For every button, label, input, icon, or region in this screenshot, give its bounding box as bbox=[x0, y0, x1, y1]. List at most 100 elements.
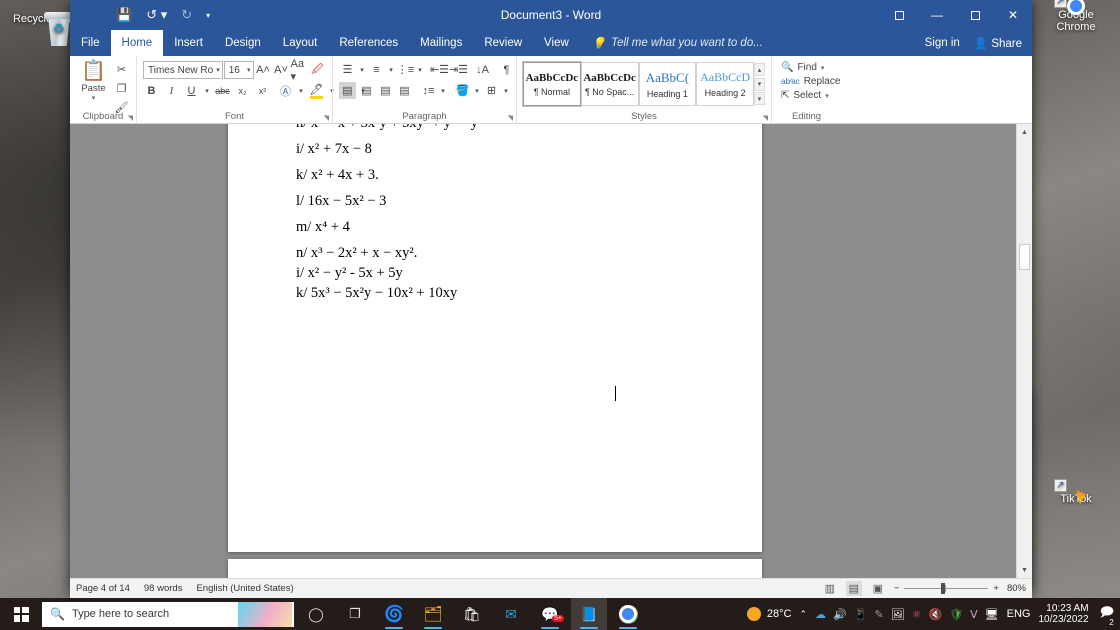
chevron-down-icon[interactable]: ▾ bbox=[821, 64, 825, 72]
bold-button[interactable]: B bbox=[143, 82, 160, 99]
find-button[interactable]: 🔍 Find ▾ bbox=[778, 61, 835, 74]
styles-more-icon[interactable]: ▾ bbox=[754, 92, 765, 105]
clock[interactable]: 10:23 AM 10/23/2022 bbox=[1039, 603, 1089, 625]
share-button[interactable]: 👤 Share bbox=[974, 36, 1022, 50]
superscript-button[interactable]: x² bbox=[254, 82, 271, 99]
styles-scroll-up-icon[interactable]: ▴ bbox=[754, 63, 765, 76]
paragraph-dialog-launcher[interactable]: ◥ bbox=[508, 114, 513, 122]
save-icon[interactable]: 💾 bbox=[116, 7, 132, 23]
change-case-button[interactable]: Aa ▾ bbox=[291, 58, 308, 83]
picture-icon[interactable]: 🖼 bbox=[891, 608, 905, 621]
system-tray[interactable]: 28°C ⌃ ☁ 🔊 📱 ✎ 🖼 ⚛ 🔇 🛡 Ⅴ 🖥 ENG 10:23 AM … bbox=[746, 603, 1120, 628]
maximize-icon[interactable] bbox=[956, 0, 994, 30]
redo-icon[interactable]: ↻ bbox=[181, 7, 192, 23]
grow-font-button[interactable]: A˄ bbox=[255, 62, 272, 79]
start-button[interactable] bbox=[0, 598, 42, 630]
zoom-knob[interactable] bbox=[941, 583, 946, 594]
copy-button[interactable]: ❐ bbox=[113, 80, 130, 97]
language-indicator[interactable]: English (United States) bbox=[196, 583, 293, 594]
chevron-down-icon[interactable]: ▾ bbox=[206, 11, 210, 20]
document-scroll-area[interactable]: = 5(x-y) h/ x³ − x + 3x²y + 3xy² + y³ − … bbox=[70, 124, 1032, 578]
zoom-in-button[interactable]: + bbox=[993, 583, 999, 594]
tab-references[interactable]: References bbox=[328, 30, 409, 56]
borders-button[interactable]: ⊞ bbox=[483, 82, 500, 99]
align-right-button[interactable]: ▤ bbox=[377, 82, 394, 99]
style-normal[interactable]: AaBbCcDc ¶ Normal bbox=[523, 62, 581, 106]
tab-insert[interactable]: Insert bbox=[163, 30, 214, 56]
sign-in-button[interactable]: Sign in bbox=[925, 37, 960, 49]
taskbar-items[interactable]: ◯ ❐ 🌀 🗂 🛍 ✉ 💬 5+ 📘 bbox=[298, 598, 646, 630]
zoom-track[interactable] bbox=[904, 583, 989, 594]
ribbon[interactable]: 📋 Paste ▾ ✂ ❐ 🖌 Clipboard ◥ Times New Ro bbox=[70, 56, 1032, 124]
align-left-button[interactable]: ▤ bbox=[339, 82, 356, 99]
quick-access-toolbar[interactable]: 💾 ↺ ▾ ↻ ▾ bbox=[116, 7, 210, 23]
mute-icon[interactable]: 🔇 bbox=[928, 608, 942, 621]
word-window[interactable]: 💾 ↺ ▾ ↻ ▾ Document3 - Word — ✕ File Home… bbox=[70, 0, 1032, 598]
security-icon[interactable]: ⚛ bbox=[912, 608, 922, 621]
tab-mailings[interactable]: Mailings bbox=[409, 30, 473, 56]
increase-indent-button[interactable]: ⇥☰ bbox=[449, 61, 468, 78]
shading-dropdown[interactable]: ▾ bbox=[473, 82, 481, 99]
search-input[interactable]: 🔍 Type here to search bbox=[42, 601, 294, 627]
tab-design[interactable]: Design bbox=[214, 30, 272, 56]
v-icon[interactable]: Ⅴ bbox=[970, 608, 978, 621]
weather-widget[interactable]: 28°C bbox=[746, 607, 791, 621]
justify-button[interactable]: ▤ bbox=[396, 82, 413, 99]
cut-button[interactable]: ✂ bbox=[113, 61, 130, 78]
word-status-bar[interactable]: Page 4 of 14 98 words English (United St… bbox=[70, 578, 1032, 598]
zoom-level[interactable]: 80% bbox=[1007, 583, 1026, 594]
notification-center-button[interactable]: 🗩 2 bbox=[1097, 603, 1117, 628]
taskbar-item-google-chrome[interactable] bbox=[610, 598, 646, 630]
multilevel-list-button[interactable]: ⋮≡ bbox=[397, 61, 414, 78]
styles-scroll-down-icon[interactable]: ▾ bbox=[754, 77, 765, 91]
taskbar-item-microsoft-word[interactable]: 📘 bbox=[571, 598, 607, 630]
styles-dialog-launcher[interactable]: ◥ bbox=[763, 114, 768, 122]
replace-button[interactable]: ab⁄ac Replace bbox=[778, 75, 840, 88]
tray-icons[interactable]: ☁ 🔊 📱 ✎ 🖼 ⚛ 🔇 🛡 Ⅴ 🖥 bbox=[815, 608, 999, 621]
underline-dropdown[interactable]: ▾ bbox=[203, 82, 211, 99]
strikethrough-button[interactable]: abc bbox=[214, 82, 231, 99]
taskbar-item-zalo[interactable]: 💬 5+ bbox=[532, 598, 568, 630]
align-center-button[interactable]: ▤ bbox=[358, 82, 375, 99]
page-indicator[interactable]: Page 4 of 14 bbox=[76, 583, 130, 594]
zoom-slider[interactable]: − + bbox=[894, 583, 999, 594]
ribbon-display-options-icon[interactable] bbox=[880, 0, 918, 30]
tab-view[interactable]: View bbox=[533, 30, 580, 56]
vertical-scrollbar[interactable]: ▲ ▼ bbox=[1016, 124, 1032, 578]
document-body[interactable]: = 5(x-y) h/ x³ − x + 3x²y + 3xy² + y³ − … bbox=[228, 124, 762, 302]
document-page-1[interactable]: = 5(x-y) h/ x³ − x + 3x²y + 3xy² + y³ − … bbox=[228, 124, 762, 552]
styles-gallery-scroll[interactable]: ▴ ▾ ▾ bbox=[754, 62, 765, 106]
monitor-icon[interactable]: 🖥 bbox=[985, 608, 999, 621]
paste-button[interactable]: 📋 Paste ▾ bbox=[76, 59, 111, 116]
onedrive-icon[interactable]: ☁ bbox=[815, 608, 826, 621]
text-effects-dropdown[interactable]: ▾ bbox=[297, 82, 305, 99]
speaker-icon[interactable]: 🔊 bbox=[833, 608, 847, 621]
multilevel-dropdown[interactable]: ▾ bbox=[416, 61, 424, 78]
underline-button[interactable]: U bbox=[183, 82, 200, 99]
tell-me-search[interactable]: 💡 Tell me what you want to do... bbox=[592, 30, 763, 56]
taskbar-item-cortana[interactable]: ◯ bbox=[298, 598, 334, 630]
text-highlight-button[interactable]: 🖊 bbox=[308, 82, 325, 99]
font-family-selector[interactable]: Times New Ro ▾ bbox=[143, 61, 223, 79]
scrollbar-thumb[interactable] bbox=[1019, 244, 1030, 270]
word-title-bar[interactable]: 💾 ↺ ▾ ↻ ▾ Document3 - Word — ✕ bbox=[70, 0, 1032, 30]
font-dialog-launcher[interactable]: ◥ bbox=[324, 114, 329, 122]
tab-file[interactable]: File bbox=[70, 30, 111, 56]
web-layout-button[interactable]: ▣ bbox=[870, 581, 886, 596]
font-size-selector[interactable]: 16 ▾ bbox=[223, 61, 254, 79]
ribbon-tab-bar[interactable]: File Home Insert Design Layout Reference… bbox=[70, 30, 1032, 56]
clipboard-dialog-launcher[interactable]: ◥ bbox=[128, 114, 133, 122]
close-icon[interactable]: ✕ bbox=[994, 0, 1032, 30]
scroll-down-icon[interactable]: ▼ bbox=[1017, 562, 1032, 578]
numbering-dropdown[interactable]: ▾ bbox=[387, 61, 395, 78]
style-heading-2[interactable]: AaBbCcD Heading 2 bbox=[696, 62, 754, 106]
word-count[interactable]: 98 words bbox=[144, 583, 183, 594]
tab-review[interactable]: Review bbox=[473, 30, 533, 56]
numbering-button[interactable]: ≡ bbox=[368, 61, 385, 78]
line-spacing-button[interactable]: ↕≡ bbox=[420, 82, 437, 99]
style-heading-1[interactable]: AaBbC( Heading 1 bbox=[638, 62, 697, 106]
tab-home[interactable]: Home bbox=[110, 30, 164, 56]
minimize-icon[interactable]: — bbox=[918, 0, 956, 30]
shading-button[interactable]: 🪣 bbox=[454, 82, 471, 99]
chevron-up-icon[interactable]: ⌃ bbox=[799, 609, 807, 620]
